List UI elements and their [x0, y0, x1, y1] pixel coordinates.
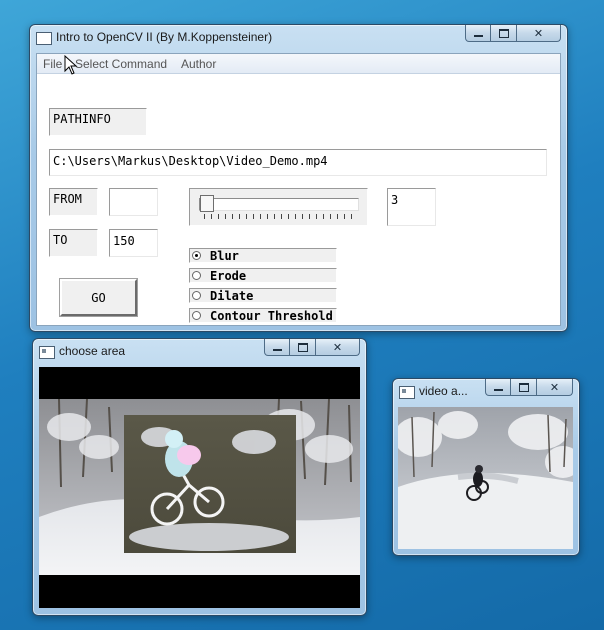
- radio-selected-icon: [192, 251, 201, 260]
- menu-file[interactable]: File: [43, 57, 62, 71]
- close-icon: ✕: [549, 380, 560, 394]
- window-title: choose area: [59, 344, 126, 358]
- minimize-icon: [473, 35, 483, 37]
- title-bar[interactable]: choose area ✕: [33, 339, 366, 365]
- radio-blur[interactable]: Blur: [189, 248, 337, 263]
- window-title: video a...: [419, 384, 468, 398]
- video-frame[interactable]: [398, 407, 573, 549]
- maximize-icon: [518, 382, 529, 392]
- radio-contour-threshold[interactable]: Contour Threshold: [189, 308, 337, 323]
- window-icon: [399, 386, 415, 399]
- area-video-frame[interactable]: [39, 367, 360, 608]
- minimize-button[interactable]: [485, 379, 511, 396]
- maximize-icon: [297, 342, 308, 352]
- from-label: FROM: [49, 188, 98, 216]
- menu-bar: File Select Command Author: [37, 54, 560, 74]
- slider-thumb[interactable]: [200, 195, 214, 212]
- close-button[interactable]: ✕: [537, 379, 573, 396]
- close-icon: ✕: [332, 340, 343, 354]
- radio-erode[interactable]: Erode: [189, 268, 337, 283]
- path-input[interactable]: C:\Users\Markus\Desktop\Video_Demo.mp4: [49, 149, 547, 176]
- close-button[interactable]: ✕: [517, 25, 561, 42]
- maximize-button[interactable]: [511, 379, 537, 396]
- go-button[interactable]: GO: [59, 278, 138, 317]
- slider-track: [199, 198, 359, 211]
- minimize-button[interactable]: [264, 339, 290, 356]
- main-window[interactable]: Intro to OpenCV II (By M.Koppensteiner) …: [29, 24, 568, 332]
- radio-label: Erode: [210, 268, 247, 283]
- radio-icon: [192, 271, 201, 280]
- from-input[interactable]: [109, 188, 158, 216]
- window-icon: [39, 346, 55, 359]
- maximize-button[interactable]: [290, 339, 316, 356]
- parameter-slider[interactable]: [189, 188, 368, 226]
- radio-label: Blur: [210, 248, 239, 263]
- slider-value-display: 3: [387, 188, 436, 226]
- to-input[interactable]: 150: [109, 229, 158, 257]
- radio-icon: [192, 311, 201, 320]
- radio-label: Contour Threshold: [210, 308, 333, 323]
- close-icon: ✕: [533, 26, 544, 40]
- choose-area-window[interactable]: choose area ✕: [32, 338, 367, 616]
- radio-dilate[interactable]: Dilate: [189, 288, 337, 303]
- close-button[interactable]: ✕: [316, 339, 360, 356]
- video-window[interactable]: video a... ✕: [392, 378, 580, 556]
- radio-icon: [192, 291, 201, 300]
- radio-label: Dilate: [210, 288, 254, 303]
- minimize-icon: [272, 349, 282, 351]
- title-bar[interactable]: video a... ✕: [393, 379, 579, 405]
- menu-author[interactable]: Author: [181, 57, 216, 71]
- slider-ticks: [204, 214, 354, 219]
- area-image-canvas[interactable]: [39, 367, 360, 608]
- minimize-icon: [493, 389, 503, 391]
- minimize-button[interactable]: [465, 25, 491, 42]
- window-title: Intro to OpenCV II (By M.Koppensteiner): [56, 30, 273, 44]
- to-label: TO: [49, 229, 98, 257]
- menu-select-command[interactable]: Select Command: [75, 57, 167, 71]
- window-icon: [36, 32, 52, 45]
- maximize-button[interactable]: [491, 25, 517, 42]
- maximize-icon: [498, 28, 509, 38]
- title-bar[interactable]: Intro to OpenCV II (By M.Koppensteiner) …: [30, 25, 567, 51]
- pathinfo-label: PATHINFO: [49, 108, 147, 136]
- video-frame-canvas[interactable]: [398, 407, 573, 549]
- main-client-area: File Select Command Author PATHINFO C:\U…: [36, 53, 561, 326]
- mouse-pointer-icon: [64, 55, 78, 75]
